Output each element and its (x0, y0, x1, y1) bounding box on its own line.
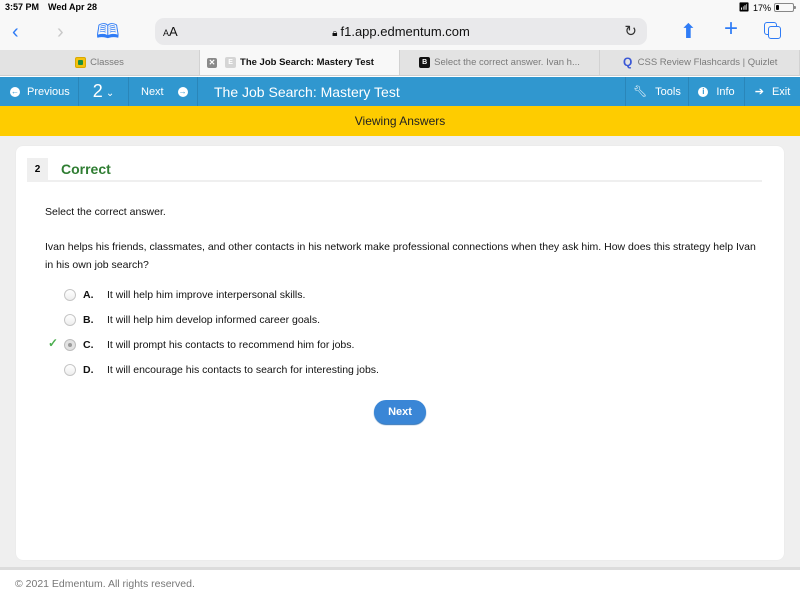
edmentum-favicon-icon: E (225, 57, 237, 68)
test-nav-bar: ← Previous 2 ⌄ Next → The Job Search: Ma… (0, 77, 800, 106)
arrow-left-circle-icon: ← (10, 86, 20, 97)
back-icon[interactable]: ‹ (12, 22, 19, 42)
quizlet-favicon-icon: Q (622, 55, 633, 69)
status-right: 📶︎ 17% (738, 2, 796, 13)
exit-label: Exit (771, 85, 791, 98)
footer-copyright: © 2021 Edmentum. All rights reserved. (15, 578, 195, 590)
answer-choice-c[interactable]: ✓ C. It will prompt his contacts to reco… (46, 336, 466, 356)
tools-label: Tools (655, 85, 681, 98)
info-label: Info (716, 85, 735, 98)
answer-choice-b[interactable]: B. It will help him develop informed car… (46, 311, 466, 331)
wifi-icon: 📶︎ (738, 2, 750, 12)
main-content: 2 Correct Select the correct answer. Iva… (0, 136, 800, 570)
chevron-down-icon: ⌄ (105, 88, 115, 99)
choice-text: It will encourage his contacts to search… (107, 364, 379, 376)
address-bar[interactable]: AA 🔒︎ f1.app.edmentum.com ↻ (155, 18, 647, 45)
info-icon: i (698, 86, 709, 97)
battery-percent: 17% (752, 2, 771, 13)
question-prompt: Ivan helps his friends, classmates, and … (45, 241, 756, 271)
browser-toolbar: ‹ › 🕮︎ AA 🔒︎ f1.app.edmentum.com ↻ ⬆︎ + (0, 16, 800, 50)
wrench-icon: 🔧︎ (633, 86, 648, 98)
next-button[interactable]: Next (374, 400, 426, 424)
url-text: f1.app.edmentum.com (340, 24, 470, 39)
radio-button[interactable] (64, 364, 76, 376)
status-date: Wed Apr 28 (48, 2, 98, 12)
choice-letter: B. (83, 314, 94, 326)
radio-button[interactable] (64, 289, 76, 301)
share-icon[interactable]: ⬆︎ (680, 22, 697, 42)
question-card: 2 Correct Select the correct answer. Iva… (16, 146, 784, 560)
google-classroom-icon (75, 57, 87, 68)
previous-button[interactable]: ← Previous (0, 77, 79, 106)
browser-tab-strip: Classes ✕ E The Job Search: Mastery Test… (0, 50, 800, 76)
test-title: The Job Search: Mastery Test (214, 84, 400, 100)
previous-label: Previous (27, 85, 70, 98)
choice-text: It will prompt his contacts to recommend… (107, 339, 355, 351)
bookmarks-icon[interactable]: 🕮︎ (96, 22, 120, 42)
question-instruction: Select the correct answer. (45, 206, 166, 218)
choice-letter: C. (83, 339, 94, 351)
browser-tab-job-search[interactable]: ✕ E The Job Search: Mastery Test (200, 50, 400, 75)
forward-icon[interactable]: › (57, 22, 64, 42)
battery-fill (776, 5, 780, 10)
checkmark-icon: ✓ (48, 336, 59, 350)
question-selector[interactable]: 2 ⌄ (79, 77, 129, 106)
new-tab-icon[interactable]: + (724, 17, 738, 41)
choice-letter: D. (83, 364, 94, 376)
radio-button[interactable] (64, 314, 76, 326)
status-bar: 3:57 PM Wed Apr 28 📶︎ 17% (0, 0, 800, 16)
answer-choice-d[interactable]: D. It will encourage his contacts to sea… (46, 361, 466, 381)
exit-button[interactable]: ➔ Exit (744, 77, 800, 106)
question-number-badge: 2 (27, 158, 48, 182)
browser-tab-classes[interactable]: Classes (0, 50, 200, 75)
radio-button-selected[interactable] (64, 339, 76, 351)
reload-icon[interactable]: ↻ (624, 22, 637, 40)
question-number: 2 (92, 81, 103, 101)
brainly-favicon-icon: B (419, 57, 431, 68)
choice-text: It will help him improve interpersonal s… (107, 289, 306, 301)
tab-label: Classes (90, 57, 124, 68)
next-nav-button[interactable]: Next → (129, 77, 198, 106)
lock-icon: 🔒︎ (332, 28, 338, 39)
tools-button[interactable]: 🔧︎ Tools (625, 77, 688, 106)
answer-choice-a[interactable]: A. It will help him improve interpersona… (46, 286, 466, 306)
question-status: Correct (61, 161, 111, 177)
next-label: Next (141, 85, 164, 98)
question-header: 2 Correct (27, 158, 762, 182)
sign-in-icon: ➔ (754, 86, 764, 98)
choice-text: It will help him develop informed career… (107, 314, 321, 326)
tab-label: The Job Search: Mastery Test (240, 57, 374, 68)
browser-tab-brainly[interactable]: B Select the correct answer. Ivan h... (400, 50, 600, 75)
tab-label: CSS Review Flashcards | Quizlet (637, 57, 778, 68)
choice-letter: A. (83, 289, 94, 301)
arrow-right-circle-icon: → (177, 86, 188, 97)
close-tab-icon[interactable]: ✕ (207, 58, 217, 68)
browser-tab-quizlet[interactable]: Q CSS Review Flashcards | Quizlet (600, 50, 800, 75)
tab-label: Select the correct answer. Ivan h... (434, 57, 580, 68)
battery-icon (774, 3, 796, 12)
viewing-answers-banner: Viewing Answers (0, 106, 800, 136)
info-button[interactable]: i Info (688, 77, 744, 106)
status-time: 3:57 PM (5, 2, 40, 12)
url-display[interactable]: 🔒︎ f1.app.edmentum.com (155, 24, 647, 39)
